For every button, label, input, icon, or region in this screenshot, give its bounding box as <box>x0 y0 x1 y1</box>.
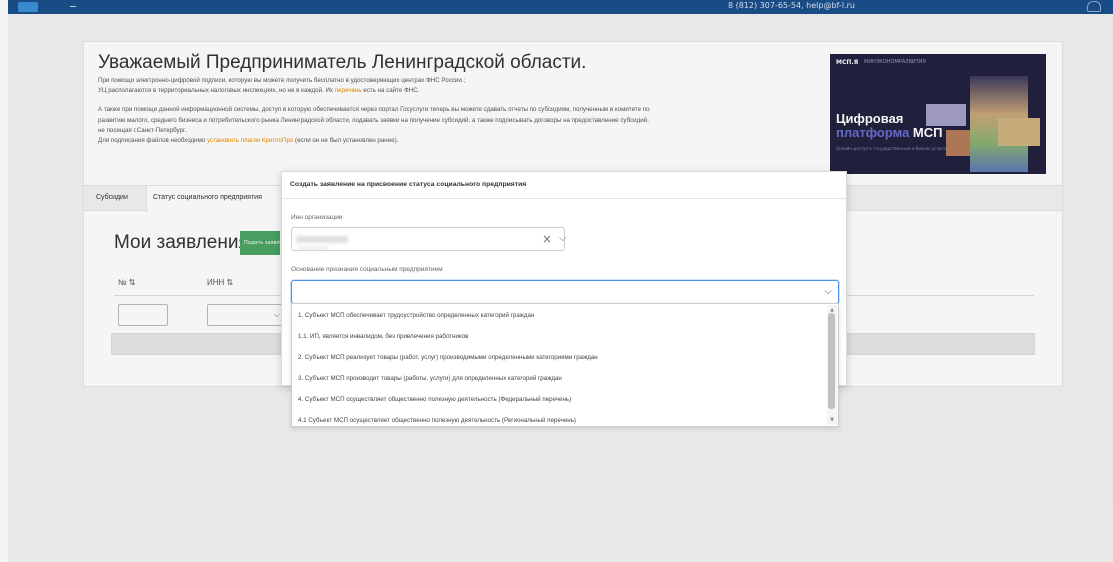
create-application-modal: Создать заявление на присвоение статуса … <box>281 171 848 427</box>
dropdown-option[interactable]: 2. Субъект МСП реализует товары (работ, … <box>292 347 826 368</box>
dropdown-scrollbar[interactable]: ▲ ▼ <box>827 305 837 425</box>
inn-value-redacted <box>298 246 328 250</box>
dropdown-option[interactable]: 3. Субъект МСП производит товары (работы… <box>292 368 826 389</box>
inn-value-redacted <box>296 236 348 243</box>
modal-title: Создать заявление на присвоение статуса … <box>290 181 527 188</box>
dropdown-option[interactable]: 4. Субъект МСП осуществляет общественно … <box>292 389 826 410</box>
dropdown-option[interactable]: 1. Субъект МСП обеспечивает трудоустройс… <box>292 305 826 326</box>
basis-dropdown-list: 1. Субъект МСП обеспечивает трудоустройс… <box>291 303 839 427</box>
chevron-down-icon[interactable]: ⌵ <box>559 233 567 245</box>
scroll-down-arrow-icon[interactable]: ▼ <box>830 417 834 423</box>
screen: 8 (812) 307-65-54, help@bf-l.ru Уважаемы… <box>0 0 1113 562</box>
chevron-down-icon[interactable]: ⌵ <box>824 286 832 298</box>
clear-icon[interactable]: × <box>542 233 552 245</box>
inn-label: Инн организации <box>291 214 343 221</box>
dropdown-option[interactable]: 4.1 Субъект МСП осуществляет общественно… <box>292 410 826 426</box>
dropdown-option[interactable]: 1.1. ИП, является инвалидом, без привлеч… <box>292 326 826 347</box>
scrollbar-thumb[interactable] <box>828 313 835 409</box>
basis-select[interactable]: ⌵ <box>291 280 839 304</box>
modal-divider <box>282 198 848 199</box>
inn-select[interactable]: × ⌵ <box>291 227 567 251</box>
basis-label: Основание признания социальным предприят… <box>291 266 443 273</box>
